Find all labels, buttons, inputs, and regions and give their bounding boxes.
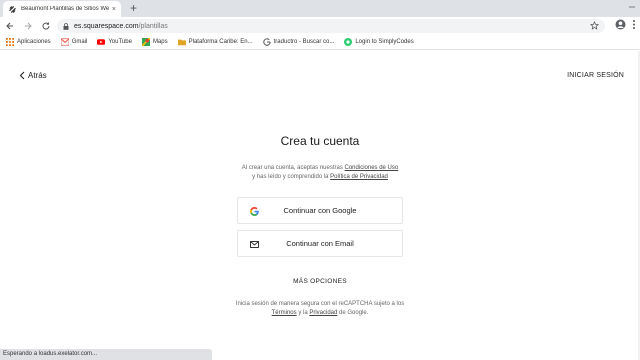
recaptcha-and: y la [298, 309, 308, 316]
url-path: /plantillas [138, 22, 168, 30]
recaptcha-terms-link[interactable]: Términos [272, 310, 297, 316]
bookmark-label: Login to SimplyCodes [355, 39, 414, 45]
tab-close-icon[interactable]: × [112, 6, 116, 13]
lock-icon[interactable] [63, 22, 69, 30]
squarespace-favicon-icon [9, 5, 16, 13]
apps-grid-icon [6, 38, 14, 46]
privacy-policy-link[interactable]: Política de Privacidad [330, 174, 388, 180]
bookmark-gmail[interactable]: Gmail [60, 38, 88, 46]
gmail-icon [60, 38, 69, 46]
bookmark-traductro[interactable]: traductro - Buscar co... [262, 38, 335, 46]
bookmark-label: Maps [152, 39, 168, 45]
login-link[interactable]: INICIAR SESIÓN [567, 72, 624, 79]
forward-nav-button[interactable] [20, 18, 36, 34]
google-g-icon [250, 207, 259, 216]
reload-button[interactable] [38, 18, 54, 34]
status-bar: Esperando a loadus.exelator.com... [0, 349, 212, 360]
google-icon [262, 38, 271, 46]
recaptcha-suffix: de Google. [339, 309, 369, 316]
address-bar[interactable]: es.squarespace.com/plantillas [57, 19, 605, 33]
page-title: Crea tu cuenta [280, 134, 360, 148]
recaptcha-privacy-link[interactable]: Privacidad [309, 310, 337, 316]
menu-kebab-icon[interactable] [632, 19, 636, 30]
google-button-label: Continuar con Google [283, 206, 357, 215]
bookmark-youtube[interactable]: YouTube [97, 38, 132, 46]
terms-prefix: Al crear una cuenta, aceptas nuestras [241, 165, 343, 171]
more-options-link[interactable]: MÁS OPCIONES [0, 278, 640, 285]
bookmark-label: Gmail [71, 39, 88, 45]
terms-middle: y has leído y comprendido la [252, 174, 329, 180]
bookmark-simplycodes[interactable]: Login to SimplyCodes [344, 38, 414, 46]
profile-avatar-icon[interactable] [615, 19, 626, 30]
bookmark-label: Plataforma Caribe: En... [188, 39, 253, 45]
bookmark-apps[interactable]: Aplicaciones [6, 38, 51, 46]
bookmark-label: YouTube [108, 39, 132, 45]
signup-page: Atrás INICIAR SESIÓN Crea tu cuenta Al c… [0, 51, 640, 360]
bookmark-plataforma-caribe[interactable]: Plataforma Caribe: En... [177, 38, 253, 46]
back-nav-button[interactable] [2, 18, 18, 34]
bookmark-star-icon[interactable] [590, 21, 599, 30]
toolbar-right [615, 19, 636, 30]
bookmarks-bar: Aplicaciones Gmail YouTube Maps Platafor… [0, 35, 640, 50]
url-text: es.squarespace.com/plantillas [74, 23, 168, 30]
back-link[interactable]: Atrás [19, 71, 47, 80]
simplycodes-icon [344, 38, 353, 46]
browser-tab-active[interactable]: Beaumont Plantillas de Sitios Web · × [3, 1, 121, 17]
url-domain: es.squarespace.com [74, 22, 139, 30]
bookmark-maps[interactable]: Maps [141, 38, 168, 46]
chevron-left-icon [19, 71, 25, 80]
bookmark-label: traductro - Buscar co... [273, 39, 335, 45]
tab-title: Beaumont Plantillas de Sitios Web · [21, 6, 109, 12]
arrow-right-icon [25, 22, 32, 30]
youtube-icon [97, 39, 106, 45]
back-label: Atrás [28, 71, 47, 80]
envelope-icon [250, 241, 259, 248]
window-controls [628, 2, 636, 10]
folder-icon [177, 39, 186, 46]
terms-notice: Al crear una cuenta, aceptas nuestras Co… [200, 164, 440, 182]
terms-of-use-link[interactable]: Condiciones de Uso [345, 165, 399, 171]
minimize-icon[interactable] [628, 2, 636, 10]
continue-with-google-button[interactable]: Continuar con Google [237, 197, 403, 224]
new-tab-button[interactable]: + [130, 1, 137, 15]
reload-icon [42, 22, 50, 30]
recaptcha-prefix: Inicia sesión de manera segura con el re… [235, 301, 405, 307]
arrow-left-icon [6, 22, 13, 30]
recaptcha-notice: Inicia sesión de manera segura con el re… [232, 300, 408, 317]
email-button-label: Continuar con Email [286, 239, 354, 248]
maps-icon [141, 38, 150, 46]
bookmark-label: Aplicaciones [17, 39, 51, 45]
continue-with-email-button[interactable]: Continuar con Email [237, 230, 403, 257]
browser-toolbar: es.squarespace.com/plantillas [0, 17, 640, 35]
tab-strip: Beaumont Plantillas de Sitios Web · × + [0, 0, 640, 17]
